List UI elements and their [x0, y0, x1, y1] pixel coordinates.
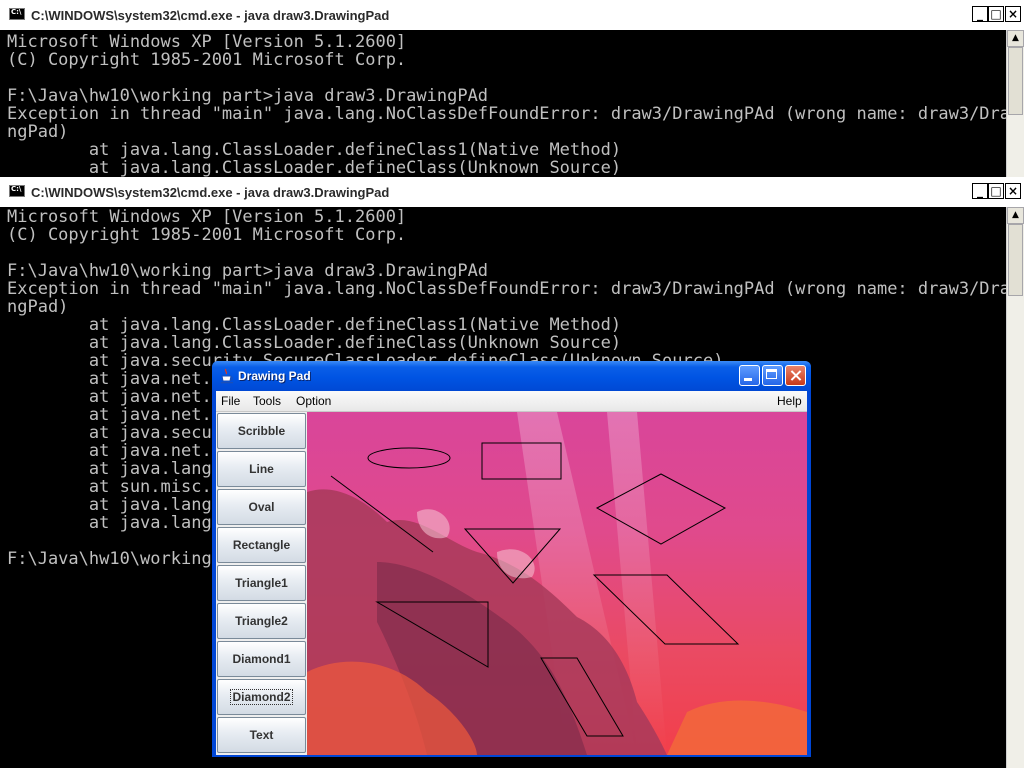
- console-line: at sun.misc.L: [7, 477, 222, 497]
- drawing-pad-window: Drawing Pad File Tools Option Help Scrib…: [212, 361, 811, 757]
- drawing-pad-content: Scribble Line Oval Rectangle Triangle1 T…: [216, 412, 807, 755]
- console-line: at java.net.U: [7, 369, 222, 389]
- line-button[interactable]: Line: [217, 451, 306, 487]
- triangle1-button[interactable]: Triangle1: [217, 565, 306, 601]
- drawing-pad-title: Drawing Pad: [238, 369, 311, 383]
- cmd-window-2-scrollbar[interactable]: ▲: [1006, 207, 1024, 768]
- scroll-up-arrow-icon[interactable]: ▲: [1007, 207, 1024, 224]
- tool-label: Line: [249, 462, 274, 476]
- minimize-button[interactable]: [739, 365, 760, 386]
- scroll-thumb[interactable]: [1008, 224, 1023, 296]
- console-line: F:\Java\hw10\working part>java draw3.Dra…: [7, 86, 489, 106]
- tool-label: Diamond1: [232, 652, 291, 666]
- rectangle-button[interactable]: Rectangle: [217, 527, 306, 563]
- maximize-button[interactable]: [762, 365, 783, 386]
- tool-label: Oval: [248, 500, 275, 514]
- console-line: ngPad): [7, 122, 69, 142]
- close-button[interactable]: ×: [1005, 6, 1021, 22]
- console-line: Microsoft Windows XP [Version 5.1.2600]: [7, 207, 407, 227]
- tool-panel: Scribble Line Oval Rectangle Triangle1 T…: [216, 412, 307, 755]
- text-button[interactable]: Text: [217, 717, 306, 753]
- console-line: Exception in thread "main" java.lang.NoC…: [7, 279, 1006, 299]
- tool-label: Diamond2: [230, 689, 293, 705]
- triangle2-button[interactable]: Triangle2: [217, 603, 306, 639]
- oval-button[interactable]: Oval: [217, 489, 306, 525]
- console-line: at java.net.U: [7, 405, 222, 425]
- cmd-window-2-title: C:\WINDOWS\system32\cmd.exe - java draw3…: [31, 185, 390, 200]
- cmd-window-1-scrollbar[interactable]: ▲: [1006, 30, 1024, 177]
- menu-file[interactable]: File: [221, 394, 240, 408]
- console-line: Microsoft Windows XP [Version 5.1.2600]: [7, 32, 407, 52]
- drawing-canvas[interactable]: [307, 412, 807, 755]
- tool-label: Triangle1: [235, 576, 288, 590]
- tool-label: Triangle2: [235, 614, 288, 628]
- console-line: (C) Copyright 1985-2001 Microsoft Corp.: [7, 225, 407, 245]
- console-line: at java.net.U: [7, 441, 222, 461]
- scroll-thumb[interactable]: [1008, 47, 1023, 115]
- drawing-pad-titlebar[interactable]: Drawing Pad: [212, 361, 811, 391]
- command-prompt-icon[interactable]: [9, 185, 25, 197]
- scribble-button[interactable]: Scribble: [217, 413, 306, 449]
- console-line: Exception in thread "main" java.lang.NoC…: [7, 104, 1006, 124]
- minimize-button[interactable]: _: [972, 6, 988, 22]
- console-line: at java.lang.: [7, 495, 222, 515]
- tool-label: Rectangle: [232, 538, 291, 552]
- tool-label: Scribble: [237, 424, 286, 438]
- tool-label: Text: [249, 728, 274, 742]
- cmd-window-1-title: C:\WINDOWS\system32\cmd.exe - java draw3…: [31, 8, 390, 23]
- console-line: at java.lang.: [7, 459, 222, 479]
- console-line: F:\Java\hw10\working: [7, 549, 212, 569]
- command-prompt-icon[interactable]: [9, 8, 25, 20]
- console-line: at java.net.U: [7, 387, 222, 407]
- close-button[interactable]: ×: [1005, 183, 1021, 199]
- scroll-up-arrow-icon[interactable]: ▲: [1007, 30, 1024, 47]
- cmd-window-1-console[interactable]: Microsoft Windows XP [Version 5.1.2600] …: [0, 30, 1006, 177]
- menu-tools[interactable]: Tools: [253, 394, 281, 408]
- close-button[interactable]: [785, 365, 806, 386]
- cmd-window-1-titlebar[interactable]: C:\WINDOWS\system32\cmd.exe - java draw3…: [0, 0, 1024, 30]
- java-cup-icon[interactable]: [220, 368, 234, 384]
- console-line: ngPad): [7, 297, 69, 317]
- cmd-window-2-titlebar[interactable]: C:\WINDOWS\system32\cmd.exe - java draw3…: [0, 177, 1024, 207]
- minimize-button[interactable]: _: [972, 183, 988, 199]
- cmd-window-1: C:\WINDOWS\system32\cmd.exe - java draw3…: [0, 0, 1024, 177]
- console-line: at java.lang.: [7, 513, 222, 533]
- menu-help[interactable]: Help: [777, 394, 802, 408]
- menu-bar: File Tools Option Help: [216, 391, 807, 412]
- console-line: at java.lang.ClassLoader.defineClass1(Na…: [7, 315, 622, 335]
- console-line: (C) Copyright 1985-2001 Microsoft Corp.: [7, 50, 407, 70]
- console-line: at java.lang.ClassLoader.defineClass(Unk…: [7, 158, 622, 177]
- diamond1-button[interactable]: Diamond1: [217, 641, 306, 677]
- console-line: at java.lang.ClassLoader.defineClass1(Na…: [7, 140, 622, 160]
- console-line: at java.secur: [7, 423, 222, 443]
- maximize-button[interactable]: □: [988, 6, 1004, 22]
- menu-option[interactable]: Option: [296, 394, 331, 408]
- maximize-button[interactable]: □: [988, 183, 1004, 199]
- diamond2-button[interactable]: Diamond2: [217, 679, 306, 715]
- console-line: at java.lang.ClassLoader.defineClass(Unk…: [7, 333, 622, 353]
- console-line: F:\Java\hw10\working part>java draw3.Dra…: [7, 261, 489, 281]
